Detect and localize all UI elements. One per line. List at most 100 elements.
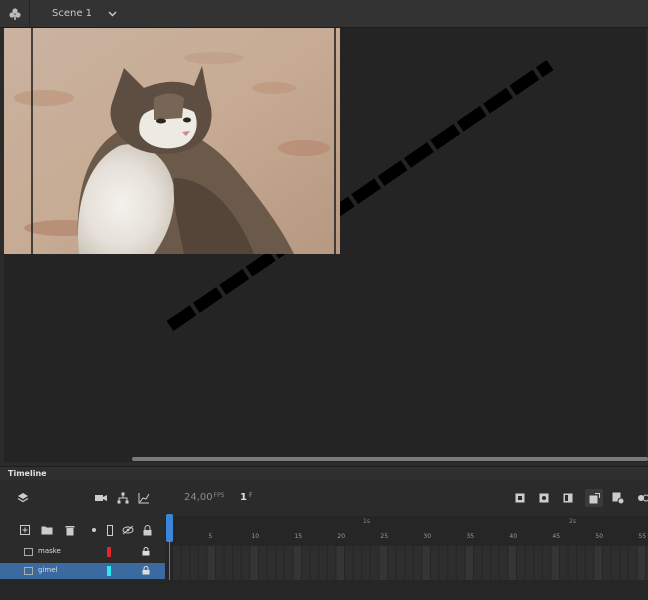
lock-icon[interactable] — [142, 566, 150, 577]
layer-row-gimel[interactable]: gimel — [0, 563, 165, 579]
frame-cell[interactable] — [431, 546, 439, 580]
frame-cell[interactable] — [456, 546, 465, 580]
frame-cell[interactable] — [233, 546, 241, 580]
current-frame-display[interactable]: 1F — [240, 492, 252, 503]
frame-cell[interactable] — [474, 546, 482, 580]
chevron-down-icon[interactable] — [106, 8, 118, 20]
frame-cell[interactable] — [594, 546, 602, 580]
frame-cell[interactable] — [499, 546, 508, 580]
frame-cell[interactable] — [362, 546, 370, 580]
scene-icon[interactable] — [0, 0, 30, 28]
frame-grid[interactable]: 5 10 15 20 25 30 35 40 45 50 55 1s 2s — [165, 516, 648, 580]
fps-value: 24,00 — [184, 492, 213, 503]
frame-cell[interactable] — [611, 546, 620, 580]
second-marker: 2s — [569, 518, 576, 525]
delete-icon[interactable] — [63, 523, 77, 537]
insert-keyframe-icon[interactable] — [513, 491, 527, 505]
frame-cell[interactable] — [628, 546, 637, 580]
frame-cell[interactable] — [413, 546, 422, 580]
layer-color-swatch[interactable] — [107, 566, 111, 576]
layer-row-maske[interactable]: maske — [0, 544, 165, 560]
frame-cell[interactable] — [465, 546, 473, 580]
frame-cell[interactable] — [482, 546, 491, 580]
frame-cell[interactable] — [181, 546, 190, 580]
frame-cell[interactable] — [620, 546, 628, 580]
frame-cell[interactable] — [448, 546, 456, 580]
layer-name[interactable]: gimel — [38, 566, 57, 574]
frame-cell[interactable] — [439, 546, 448, 580]
lock-icon[interactable] — [142, 547, 150, 558]
frame-cell[interactable] — [224, 546, 233, 580]
frame-cell[interactable] — [388, 546, 396, 580]
layer-parenting-icon[interactable] — [116, 491, 130, 505]
new-layer-icon[interactable] — [18, 523, 32, 537]
frame-cell[interactable] — [276, 546, 284, 580]
frame-cell[interactable] — [551, 546, 559, 580]
frame-cell[interactable] — [517, 546, 525, 580]
layer-color-swatch[interactable] — [107, 547, 111, 557]
frame-cell[interactable] — [267, 546, 276, 580]
stage-horizontal-scrollbar[interactable] — [132, 457, 648, 461]
timeline-title: Timeline — [8, 469, 47, 478]
frame-cell[interactable] — [370, 546, 379, 580]
frame-cell[interactable] — [336, 546, 344, 580]
layers-icon[interactable] — [16, 491, 30, 505]
frame-cell[interactable] — [353, 546, 362, 580]
frame-cell[interactable] — [190, 546, 198, 580]
frame-cell[interactable] — [241, 546, 250, 580]
frame-cell[interactable] — [396, 546, 405, 580]
frame-cell[interactable] — [302, 546, 310, 580]
frame-value: 1 — [240, 492, 247, 503]
frame-cell[interactable] — [379, 546, 387, 580]
frame-cell[interactable] — [405, 546, 413, 580]
loop-icon[interactable] — [636, 491, 648, 505]
insert-frame-icon[interactable] — [561, 491, 575, 505]
frame-cell[interactable] — [568, 546, 577, 580]
frame-cell[interactable] — [422, 546, 430, 580]
frame-tick-label: 55 — [638, 533, 646, 540]
edit-multiple-frames-icon[interactable] — [611, 491, 625, 505]
stage-canvas[interactable] — [4, 28, 646, 462]
frame-cell[interactable] — [173, 546, 181, 580]
frame-cell[interactable] — [534, 546, 542, 580]
camera-icon[interactable] — [94, 491, 108, 505]
layer-name[interactable]: maske — [38, 547, 61, 555]
cat-image[interactable] — [4, 28, 340, 254]
scene-name[interactable]: Scene 1 — [52, 8, 92, 19]
frame-cell[interactable] — [319, 546, 327, 580]
frame-cell[interactable] — [491, 546, 499, 580]
hide-eye-icon[interactable] — [121, 523, 135, 537]
insert-blank-keyframe-icon[interactable] — [537, 491, 551, 505]
lock-icon[interactable] — [140, 523, 154, 537]
onion-skin-icon[interactable] — [585, 489, 603, 507]
new-folder-icon[interactable] — [40, 523, 54, 537]
timeline-frames[interactable]: 5 10 15 20 25 30 35 40 45 50 55 1s 2s — [165, 516, 648, 580]
frame-tick-label: 5 — [208, 533, 212, 540]
frame-cell[interactable] — [345, 546, 353, 580]
frame-cell[interactable] — [207, 546, 215, 580]
frame-cell[interactable] — [293, 546, 301, 580]
frame-cell[interactable] — [560, 546, 568, 580]
frame-cell[interactable] — [327, 546, 336, 580]
frame-cell[interactable] — [577, 546, 585, 580]
frame-cell[interactable] — [216, 546, 224, 580]
frame-cell[interactable] — [310, 546, 319, 580]
frame-cell[interactable] — [637, 546, 645, 580]
frame-cell[interactable] — [603, 546, 611, 580]
outline-icon[interactable] — [103, 523, 117, 537]
frame-cell[interactable] — [508, 546, 516, 580]
playhead[interactable] — [166, 514, 173, 542]
layer-type-icon — [24, 548, 33, 556]
frame-cell[interactable] — [250, 546, 258, 580]
timeline-toolbar: 24,00FPS 1F — [0, 480, 648, 516]
graph-icon[interactable] — [137, 491, 151, 505]
frame-cell[interactable] — [585, 546, 594, 580]
timeline-panel-header: Timeline — [0, 466, 648, 480]
frame-cell[interactable] — [525, 546, 534, 580]
frame-cell[interactable] — [259, 546, 267, 580]
frame-rate-display[interactable]: 24,00FPS — [184, 492, 225, 503]
highlight-dot-icon[interactable] — [87, 523, 101, 537]
frame-cell[interactable] — [542, 546, 551, 580]
frame-cell[interactable] — [198, 546, 207, 580]
frame-cell[interactable] — [284, 546, 293, 580]
